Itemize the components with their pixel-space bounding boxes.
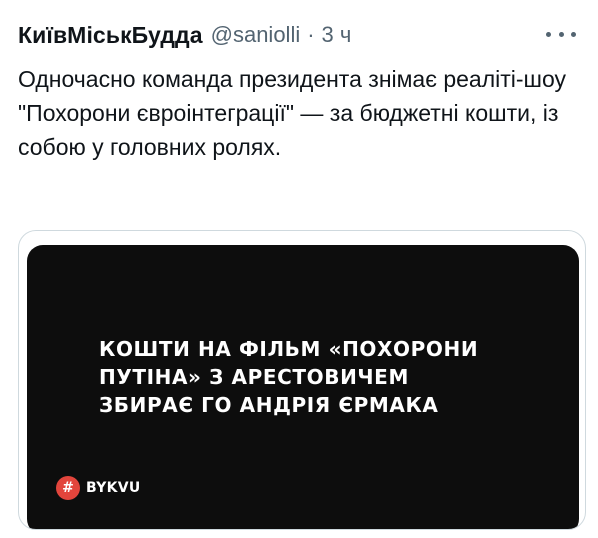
more-dot	[546, 31, 551, 37]
brand-name: BYKVU	[86, 480, 141, 496]
headline-line: ПУТІНА» З АРЕСТОВИЧЕМ	[99, 365, 409, 389]
hashtag-icon: #	[56, 476, 80, 500]
brand-logo: # BYKVU	[56, 476, 141, 500]
media-headline: КОШТИ НА ФІЛЬМ «ПОХОРОНИ ПУТІНА» З АРЕСТ…	[99, 335, 539, 419]
tweet-timestamp[interactable]: 3 ч	[322, 22, 352, 47]
more-dot	[558, 31, 564, 37]
author-handle[interactable]: @saniolli	[211, 22, 301, 47]
author-name[interactable]: КиївМіськБудда	[18, 22, 203, 49]
media-image[interactable]: КОШТИ НА ФІЛЬМ «ПОХОРОНИ ПУТІНА» З АРЕСТ…	[27, 245, 579, 529]
more-horizontal-icon[interactable]	[546, 24, 576, 44]
more-dot	[571, 31, 576, 37]
tweet: КиївМіськБудда @saniolli · 3 ч Одночасно к…	[0, 0, 598, 538]
tweet-text: Одночасно команда президента знімає реал…	[18, 66, 567, 160]
tweet-header: КиївМіськБудда @saniolli · 3 ч	[18, 18, 582, 52]
headline-line: ЗБИРАЄ ГО АНДРІЯ ЄРМАКА	[99, 393, 439, 417]
media-card[interactable]: КОШТИ НА ФІЛЬМ «ПОХОРОНИ ПУТІНА» З АРЕСТ…	[18, 230, 586, 530]
headline-line: КОШТИ НА ФІЛЬМ «ПОХОРОНИ	[99, 337, 479, 361]
author-meta: @saniolli · 3 ч	[211, 22, 352, 48]
meta-separator: ·	[307, 22, 315, 47]
